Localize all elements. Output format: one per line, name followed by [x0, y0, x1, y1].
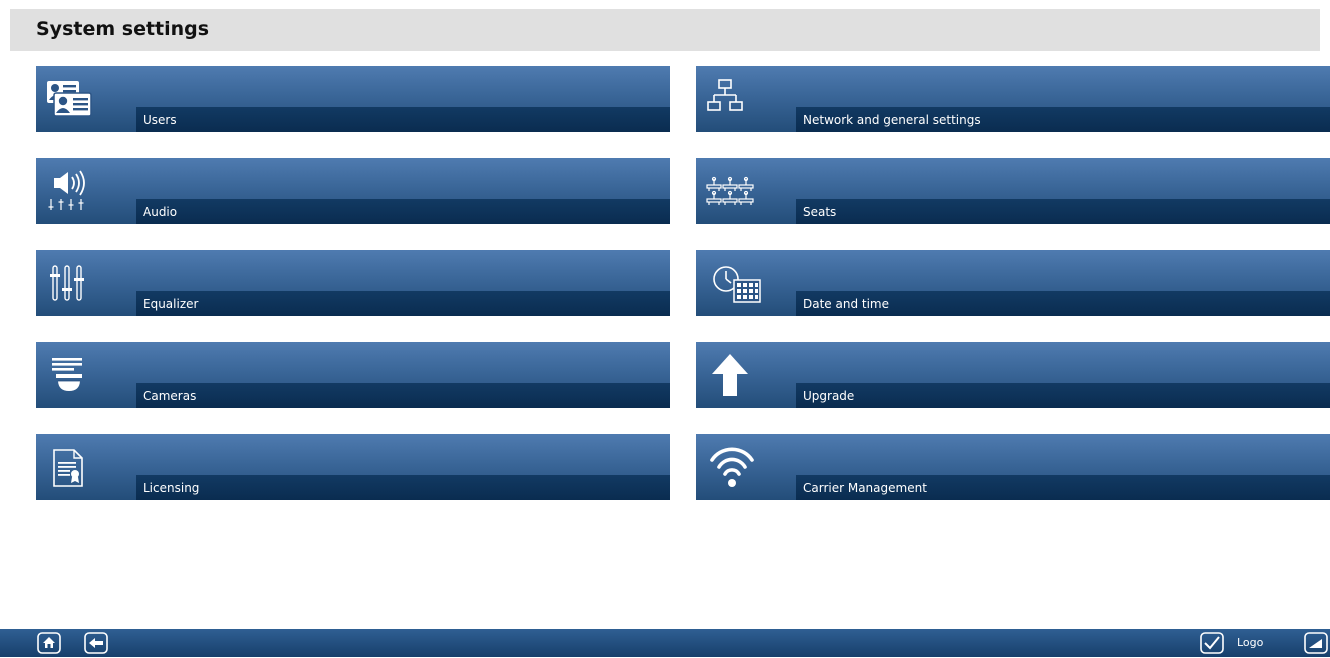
dome-camera-icon: [44, 348, 104, 398]
tile-label-band: [136, 199, 670, 224]
network-icon: [704, 72, 764, 122]
check-icon[interactable]: [1200, 632, 1224, 654]
tile-seats[interactable]: Seats: [696, 158, 1330, 224]
tile-label-band: [136, 475, 670, 500]
tile-label: Cameras: [143, 389, 197, 403]
tile-equalizer[interactable]: Equalizer: [36, 250, 670, 316]
tile-label: Audio: [143, 205, 178, 219]
tile-label: Network and general settings: [803, 113, 981, 127]
wifi-icon: [704, 440, 764, 490]
equalizer-icon: [44, 256, 104, 306]
tile-label: Carrier Management: [803, 481, 927, 495]
home-icon[interactable]: [37, 632, 61, 654]
tile-label-band: [796, 383, 1330, 408]
users-card-icon: [44, 72, 104, 122]
expand-icon[interactable]: [1304, 632, 1328, 654]
tile-licensing[interactable]: Licensing: [36, 434, 670, 500]
tile-label: Date and time: [803, 297, 889, 311]
tile-cameras[interactable]: Cameras: [36, 342, 670, 408]
seats-icon: [704, 164, 764, 214]
tile-label-band: [136, 107, 670, 132]
logo-label: Logo: [1237, 636, 1264, 649]
tile-users[interactable]: Users: [36, 66, 670, 132]
tile-label: Upgrade: [803, 389, 855, 403]
tile-label-band: [796, 199, 1330, 224]
tile-network[interactable]: Network and general settings: [696, 66, 1330, 132]
tile-label: Seats: [803, 205, 837, 219]
tile-carrier-management[interactable]: Carrier Management: [696, 434, 1330, 500]
tile-audio[interactable]: Audio: [36, 158, 670, 224]
upload-arrow-icon: [704, 348, 764, 398]
audio-icon: [44, 164, 104, 214]
page-title: System settings: [36, 18, 210, 40]
tile-label: Users: [143, 113, 177, 127]
footer-bar: Logo: [0, 629, 1330, 657]
tile-label-band: [136, 291, 670, 316]
back-icon[interactable]: [84, 632, 108, 654]
tile-upgrade[interactable]: Upgrade: [696, 342, 1330, 408]
tile-label: Licensing: [143, 481, 200, 495]
tile-label-band: [136, 383, 670, 408]
clock-calendar-icon: [704, 256, 764, 306]
tile-label: Equalizer: [143, 297, 199, 311]
tile-date-time[interactable]: Date and time: [696, 250, 1330, 316]
header-bar: System settings: [10, 9, 1320, 51]
license-document-icon: [44, 440, 104, 490]
